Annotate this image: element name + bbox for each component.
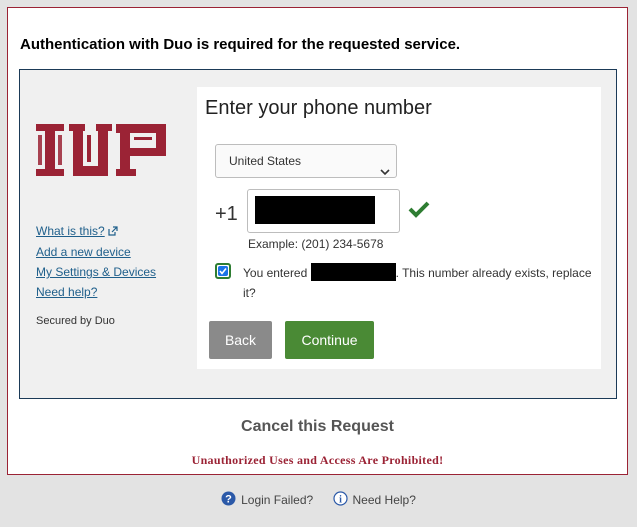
confirm-text-before: You entered [243, 266, 308, 280]
what-is-this-link[interactable]: What is this? [36, 221, 156, 242]
country-code-prefix: +1 [215, 203, 238, 225]
back-button[interactable]: Back [209, 321, 272, 359]
country-selected-value: United States [229, 154, 302, 168]
footer: ? Login Failed? i Need Help? [0, 491, 637, 509]
login-failed-link[interactable]: ? Login Failed? [221, 491, 313, 509]
external-link-icon [108, 222, 118, 242]
duo-prompt-frame: What is this? Add a new device My Settin… [19, 69, 617, 399]
chevron-down-icon [380, 156, 390, 188]
page-heading: Authentication with Duo is required for … [20, 36, 461, 53]
sidebar-links: What is this? Add a new device My Settin… [36, 221, 156, 302]
replace-confirm-text: You entered . This number already exists… [215, 263, 595, 303]
info-icon: i [332, 491, 353, 509]
continue-button[interactable]: Continue [285, 321, 374, 359]
panel-title: Enter your phone number [205, 97, 432, 119]
what-is-this-label: What is this? [36, 224, 105, 238]
need-help-label: Need Help? [352, 493, 416, 507]
auth-container: Authentication with Duo is required for … [7, 7, 628, 475]
redacted-number [310, 263, 396, 281]
svg-text:i: i [339, 495, 342, 506]
secured-by-duo: Secured by Duo [36, 315, 115, 327]
checkbox-checked-icon [218, 266, 228, 276]
add-device-link[interactable]: Add a new device [36, 242, 156, 262]
phone-number-input[interactable] [247, 189, 400, 233]
iup-logo [36, 124, 166, 176]
svg-text:?: ? [225, 494, 232, 506]
phone-example: Example: (201) 234-5678 [248, 237, 384, 251]
replace-confirm-row: You entered . This number already exists… [215, 263, 595, 303]
need-help-footer-link[interactable]: i Need Help? [332, 491, 416, 509]
redacted-phone-value [255, 196, 375, 224]
my-settings-link[interactable]: My Settings & Devices [36, 262, 156, 282]
country-select[interactable]: United States [215, 144, 397, 178]
checkmark-icon [408, 200, 430, 223]
cancel-request-link[interactable]: Cancel this Request [8, 418, 627, 436]
phone-entry-panel: Enter your phone number United States +1… [197, 87, 601, 369]
help-question-icon: ? [221, 491, 241, 509]
unauthorized-warning: Unauthorized Uses and Access Are Prohibi… [191, 453, 444, 467]
replace-checkbox[interactable] [215, 263, 231, 279]
need-help-link[interactable]: Need help? [36, 282, 156, 302]
login-failed-label: Login Failed? [241, 493, 314, 507]
